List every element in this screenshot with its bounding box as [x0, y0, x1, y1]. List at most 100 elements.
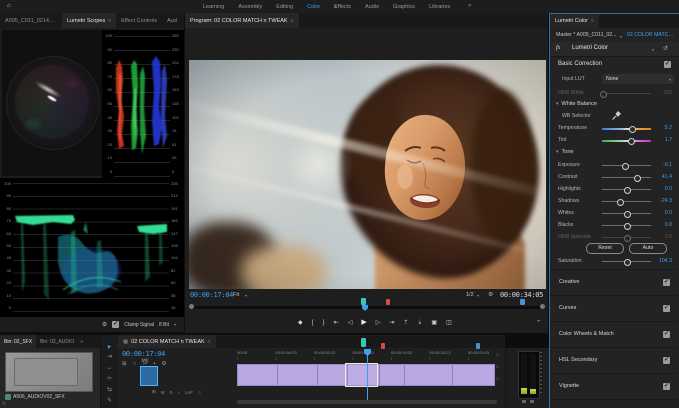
track-button[interactable]: ⊞ [152, 389, 156, 395]
section-color-wheels-match[interactable]: Color Wheels & Match ✓ [550, 321, 678, 348]
tab-bin-sfx[interactable]: Bin: 02_SFX [0, 335, 36, 348]
tone-header[interactable]: ▾Tone [556, 149, 573, 155]
source-patch-block[interactable] [140, 366, 158, 386]
workspace-tab[interactable]: Learning [203, 4, 224, 10]
mark-in-button[interactable]: { [312, 318, 314, 328]
bit-depth-value[interactable]: 8 Bit [159, 322, 169, 328]
effect-caret-icon[interactable]: ▾ [652, 47, 654, 52]
hsl-secondary-checkbox[interactable]: ✓ [663, 357, 670, 364]
clamp-signal-checkbox[interactable]: ✓ [112, 321, 119, 328]
comparison-view-button[interactable]: ◫ [446, 318, 452, 328]
add-marker-button[interactable]: ◆ [298, 318, 303, 328]
tool-button[interactable]: ✎ [107, 398, 112, 404]
master-caret-icon[interactable]: ▾ [620, 34, 622, 39]
track-target-toggle[interactable]: ○ [496, 364, 499, 370]
section-vignette[interactable]: Vignette ✓ [550, 373, 678, 400]
program-current-timecode[interactable]: 00:00:17:04 [190, 291, 233, 299]
timeline-timecode[interactable]: 00:00:17:04 [122, 350, 165, 358]
sequence-marker-red[interactable] [381, 343, 385, 349]
sequence-marker-blue[interactable] [476, 343, 480, 349]
program-zoom-caret-icon[interactable]: ▾ [245, 293, 247, 298]
basic-correction-checkbox[interactable]: ✓ [664, 61, 671, 68]
white-balance-header[interactable]: ▾White Balance [556, 101, 597, 107]
creative-checkbox[interactable]: ✓ [663, 279, 670, 286]
go-to-in-button[interactable]: ⇤ [334, 318, 339, 328]
track-button[interactable]: ♪ [178, 390, 180, 395]
workspace-tab[interactable]: Libraries [429, 4, 450, 10]
whites-slider[interactable] [602, 210, 651, 217]
scrubber-left-handle[interactable] [189, 304, 194, 309]
sequence-clip-label[interactable]: 02 COLOR MATCH n T... [627, 32, 675, 38]
slider-value[interactable]: -24.3 [651, 198, 672, 204]
blacks-slider[interactable] [602, 222, 651, 229]
playback-resolution-select[interactable]: 1/2 [466, 292, 474, 298]
slider-value[interactable]: -0.1 [651, 162, 672, 168]
slider-value[interactable]: 1.7 [651, 137, 672, 143]
tab-lumetri-color[interactable]: Lumetri Color≡ [550, 13, 599, 28]
program-playhead[interactable] [362, 305, 368, 311]
bit-depth-caret-icon[interactable]: ▾ [174, 322, 176, 327]
temperature-slider[interactable] [602, 125, 651, 132]
effect-reset-icon[interactable]: ↺ [663, 45, 668, 52]
workspace-tab[interactable]: Assembly [238, 4, 262, 10]
slider-value[interactable]: 5.2 [651, 125, 672, 131]
sequence-marker-teal[interactable] [361, 338, 366, 347]
workspace-tab[interactable]: Graphics [393, 4, 415, 10]
panel-menu-icon[interactable]: ≡ [208, 339, 211, 345]
play-button[interactable]: ▶ [361, 318, 366, 328]
tab-bin-audio[interactable]: Bin: 02_AUDIO [36, 335, 78, 348]
contrast-slider[interactable] [602, 174, 651, 181]
selected-clip[interactable] [345, 363, 378, 387]
timeline-header-icon[interactable]: ⚙ [161, 361, 166, 367]
highlights-slider[interactable] [602, 186, 651, 193]
track-button[interactable]: M [161, 390, 165, 395]
tab-program-monitor[interactable]: Program: 02 COLOR MATCH n TWEAK≡ [185, 13, 299, 28]
scrubber-right-handle[interactable] [540, 304, 545, 309]
program-marker-red[interactable] [386, 299, 390, 305]
program-zoom-select[interactable]: Fit [233, 292, 239, 298]
tool-button[interactable]: ↔ [107, 365, 113, 371]
workspace-tab[interactable]: Editing [276, 4, 293, 10]
workspace-overflow-icon[interactable]: » [468, 3, 471, 9]
step-back-button[interactable]: ◁ [348, 318, 353, 328]
tab-sequence[interactable]: ▦ 02 COLOR MATCH n TWEAK ≡ [118, 335, 216, 348]
meter-solo-button[interactable] [530, 400, 534, 403]
program-marker-teal[interactable] [361, 298, 366, 305]
left-tabs-overflow-icon[interactable]: » [182, 13, 184, 28]
auto-button[interactable]: Auto [629, 243, 667, 254]
bin-item-label[interactable]: A506_AUDIOV02_SFX [13, 394, 65, 400]
mark-out-button[interactable]: } [323, 318, 325, 328]
timeline-ruler[interactable]: 00:0000:00:04:2300:00:09:2300:00:14:2300… [237, 350, 505, 356]
workspace-menu-icon[interactable]: ≡ [334, 4, 337, 10]
section-creative[interactable]: Creative ✓ [550, 269, 678, 296]
tool-button[interactable]: ✂ [107, 376, 112, 382]
slider-value[interactable]: 0.0 [651, 222, 672, 228]
bin-item-row[interactable]: A506_AUDIOV02_SFX [5, 393, 97, 401]
workspace-tab[interactable]: Color [307, 4, 320, 10]
exposure-slider[interactable] [602, 162, 651, 169]
track-target-toggle[interactable]: ○ [496, 352, 499, 358]
timeline-scrollbar[interactable] [237, 400, 497, 404]
clip-thumbnail[interactable] [5, 352, 93, 392]
export-frame-button[interactable]: ▣ [431, 318, 437, 328]
reset-button[interactable]: Reset [586, 243, 624, 254]
slider-value[interactable]: 0.0 [651, 186, 672, 192]
tool-button[interactable]: ⇆ [107, 387, 112, 393]
effect-name[interactable]: Lumetri Color [572, 45, 608, 51]
step-forward-button[interactable]: ▷ [376, 318, 381, 328]
basic-correction-title[interactable]: Basic Correction [558, 61, 602, 67]
tint-slider[interactable] [602, 137, 651, 144]
track-button[interactable]: S [170, 390, 173, 395]
section-hsl-secondary[interactable]: HSL Secondary ✓ [550, 347, 678, 374]
tool-button[interactable]: ⇥ [107, 354, 112, 360]
curves-checkbox[interactable]: ✓ [663, 305, 670, 312]
program-scrubber-track[interactable] [192, 306, 544, 309]
section-curves[interactable]: Curves ✓ [550, 295, 678, 322]
tab-source-clip[interactable]: A005_C011_021450.mov [0, 13, 62, 28]
track-target-toggle[interactable]: ○ [496, 376, 499, 382]
scopes-settings-icon[interactable]: ⚙ [102, 321, 107, 328]
program-settings-icon[interactable]: ⚙ [488, 291, 493, 298]
track-button[interactable]: LAF [185, 390, 193, 395]
master-clip-label[interactable]: Master * A005_C011_02... [556, 32, 616, 38]
shadows-slider[interactable] [602, 198, 651, 205]
